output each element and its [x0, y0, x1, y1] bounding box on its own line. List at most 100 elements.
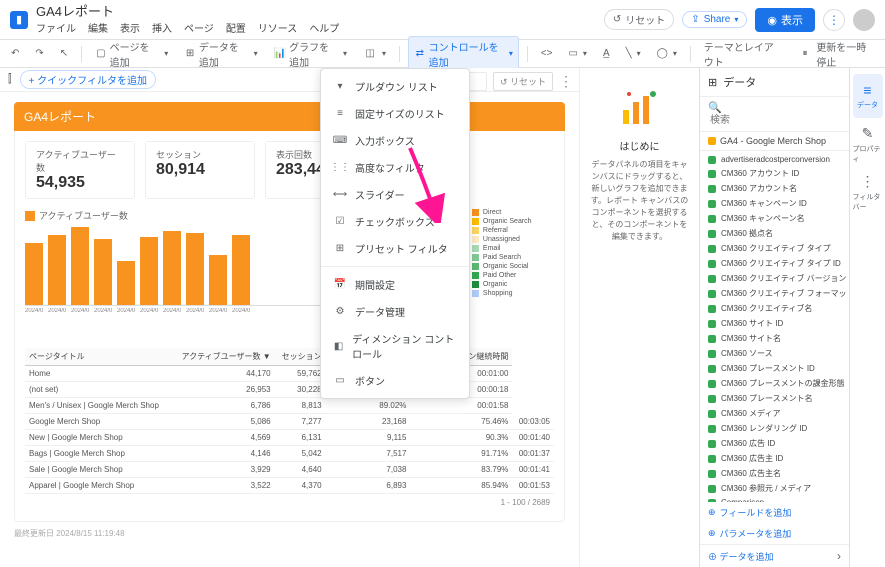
- doc-title[interactable]: GA4レポート: [36, 5, 339, 18]
- dropdown-item[interactable]: 📅期間設定: [321, 271, 469, 298]
- right-tab[interactable]: ✎プロパティ: [853, 122, 883, 166]
- table-row[interactable]: Google Merch Shop5,0867,27723,16875.46%0…: [25, 414, 554, 430]
- table-cell: 00:01:40: [512, 430, 554, 446]
- dropdown-item[interactable]: ▾プルダウン リスト: [321, 73, 469, 100]
- field-item[interactable]: CM360 プレースメント名: [700, 391, 849, 406]
- table-row[interactable]: New | Google Merch Shop4,5696,1319,11590…: [25, 430, 554, 446]
- field-item[interactable]: CM360 アカウント名: [700, 181, 849, 196]
- field-item[interactable]: CM360 メディア: [700, 406, 849, 421]
- data-panel: ⊞データ 🔍 GA4 - Google Merch Shop advertise…: [699, 68, 849, 567]
- add-field-link[interactable]: ⊕フィールドを追加: [700, 502, 849, 523]
- field-item[interactable]: CM360 広告 ID: [700, 436, 849, 451]
- menu-page[interactable]: ページ: [184, 20, 214, 35]
- url-embed-button[interactable]: <>: [536, 46, 558, 61]
- table-row[interactable]: Men's / Unisex | Google Merch Shop6,7868…: [25, 398, 554, 414]
- field-item[interactable]: CM360 サイト ID: [700, 316, 849, 331]
- pause-update-button[interactable]: ⏸ 更新を一時停止: [798, 37, 879, 71]
- table-header[interactable]: ページタイトル: [25, 348, 171, 366]
- field-item[interactable]: CM360 参照元 / メディア: [700, 481, 849, 496]
- dropdown-item[interactable]: ⚙データ管理: [321, 298, 469, 325]
- add-param-link[interactable]: ⊕パラメータを追加: [700, 523, 849, 544]
- filter-icon[interactable]: ⫿: [8, 73, 12, 86]
- search-input[interactable]: [708, 114, 841, 127]
- dropdown-item[interactable]: ≡固定サイズのリスト: [321, 100, 469, 127]
- menu-arrange[interactable]: 配置: [226, 20, 246, 35]
- add-page-button[interactable]: ▢ページを追加: [90, 37, 173, 71]
- table-pagination[interactable]: 1 - 100 / 2689: [25, 494, 554, 511]
- menu-insert[interactable]: 挿入: [152, 20, 172, 35]
- share-button[interactable]: ⇪Share▾: [682, 11, 747, 28]
- field-item[interactable]: CM360 アカウント ID: [700, 166, 849, 181]
- menu-view[interactable]: 表示: [120, 20, 140, 35]
- view-button[interactable]: ◉表示: [755, 8, 815, 32]
- menu-help[interactable]: ヘルプ: [309, 20, 339, 35]
- dropdown-item[interactable]: ◧ディメンション コントロール: [321, 325, 469, 367]
- data-source[interactable]: GA4 - Google Merch Shop: [700, 132, 849, 151]
- field-item[interactable]: CM360 クリエイティブ名: [700, 301, 849, 316]
- bar: [232, 235, 250, 305]
- line-button[interactable]: ╲: [621, 46, 646, 61]
- more-button[interactable]: ⋮: [823, 9, 845, 31]
- dropdown-item[interactable]: ⌨入力ボックス: [321, 127, 469, 154]
- table-row[interactable]: Sale | Google Merch Shop3,9294,6407,0388…: [25, 462, 554, 478]
- community-viz-button[interactable]: ◫: [358, 45, 391, 63]
- dropdown-item[interactable]: ▭ボタン: [321, 367, 469, 394]
- bar-x-label: 2024/07/16: [25, 308, 43, 314]
- redo-button[interactable]: ↷: [30, 46, 48, 61]
- add-data-link[interactable]: ⊕ データを追加: [708, 550, 774, 563]
- field-item[interactable]: CM360 ソース: [700, 346, 849, 361]
- add-chart-button[interactable]: 📊グラフを追加: [269, 37, 352, 71]
- table-cell: 44,170: [171, 366, 274, 382]
- quick-filter-chip[interactable]: + クイックフィルタを追加: [20, 70, 156, 89]
- scorecard[interactable]: セッション80,914: [145, 141, 255, 199]
- table-row[interactable]: (not set)26,95330,22831.47%00:00:18: [25, 382, 554, 398]
- table-header[interactable]: アクティブユーザー数 ▼: [171, 348, 274, 366]
- scorecard[interactable]: アクティブユーザー数54,935: [25, 141, 135, 199]
- undo-button[interactable]: ↶: [6, 46, 24, 61]
- field-item[interactable]: CM360 サイト名: [700, 331, 849, 346]
- menu-file[interactable]: ファイル: [36, 20, 76, 35]
- right-tab[interactable]: ≡データ: [853, 74, 883, 118]
- theme-layout-button[interactable]: テーマとレイアウト: [699, 37, 786, 71]
- shape-button[interactable]: ◯: [652, 46, 682, 61]
- table-header[interactable]: セッション: [275, 348, 326, 366]
- table-row[interactable]: Bags | Google Merch Shop4,1465,0427,5179…: [25, 446, 554, 462]
- field-item[interactable]: CM360 広告主 ID: [700, 451, 849, 466]
- table-row[interactable]: Home44,17059,76249.71%00:01:00: [25, 366, 554, 382]
- dropdown-item[interactable]: ⟷スライダー: [321, 181, 469, 208]
- avatar[interactable]: [853, 9, 875, 31]
- field-item[interactable]: CM360 プレースメントの課金形態: [700, 376, 849, 391]
- field-item[interactable]: CM360 クリエイティブ タイプ: [700, 241, 849, 256]
- field-item[interactable]: advertiseradcostperconversion: [700, 153, 849, 166]
- image-button[interactable]: ▭: [563, 46, 591, 61]
- canvas-more[interactable]: ⋮: [559, 73, 573, 90]
- right-tab[interactable]: ⋮フィルタバー: [853, 170, 883, 214]
- table-row[interactable]: Apparel | Google Merch Shop3,5224,3706,8…: [25, 478, 554, 494]
- field-item[interactable]: CM360 プレースメント ID: [700, 361, 849, 376]
- field-item[interactable]: CM360 広告主名: [700, 466, 849, 481]
- add-data-button[interactable]: ⊞データを追加: [179, 37, 262, 71]
- dropdown-item[interactable]: ☑チェックボックス: [321, 208, 469, 235]
- reset-chip[interactable]: ↺リセット: [604, 9, 674, 30]
- right-tab-icon: ≡: [863, 82, 871, 98]
- collapse-panel-button[interactable]: ›: [837, 549, 841, 563]
- menu-edit[interactable]: 編集: [88, 20, 108, 35]
- data-table[interactable]: ページタイトルアクティブユーザー数 ▼セッションエンゲージメント率平均セッション…: [25, 348, 554, 511]
- dropdown-item[interactable]: ⋮⋮高度なフィルタ: [321, 154, 469, 181]
- field-item[interactable]: CM360 クリエイティブ タイプ ID: [700, 256, 849, 271]
- dropdown-item[interactable]: ⊞プリセット フィルタ: [321, 235, 469, 262]
- menu-resource[interactable]: リソース: [258, 20, 298, 35]
- add-control-button[interactable]: ⇄コントロールを追加: [408, 36, 519, 72]
- canvas-reset[interactable]: ↺ リセット: [493, 72, 553, 91]
- bar-chart[interactable]: アクティブユーザー数 2024/07/162024/07/192024/07/2…: [25, 209, 325, 336]
- field-item[interactable]: CM360 キャンペーン名: [700, 211, 849, 226]
- table-cell: Sale | Google Merch Shop: [25, 462, 171, 478]
- field-item[interactable]: CM360 拠点名: [700, 226, 849, 241]
- field-item[interactable]: CM360 レンダリング ID: [700, 421, 849, 436]
- canvas-area[interactable]: ⫿ + クイックフィルタを追加 期間を選択 ↺ リセット ⋮ GA4レポート ア…: [0, 68, 579, 567]
- field-item[interactable]: CM360 クリエイティブ フォーマット: [700, 286, 849, 301]
- field-item[interactable]: CM360 クリエイティブ バージョン: [700, 271, 849, 286]
- field-item[interactable]: CM360 キャンペーン ID: [700, 196, 849, 211]
- text-button[interactable]: A̲: [598, 46, 615, 61]
- pointer-button[interactable]: ↖: [55, 46, 73, 61]
